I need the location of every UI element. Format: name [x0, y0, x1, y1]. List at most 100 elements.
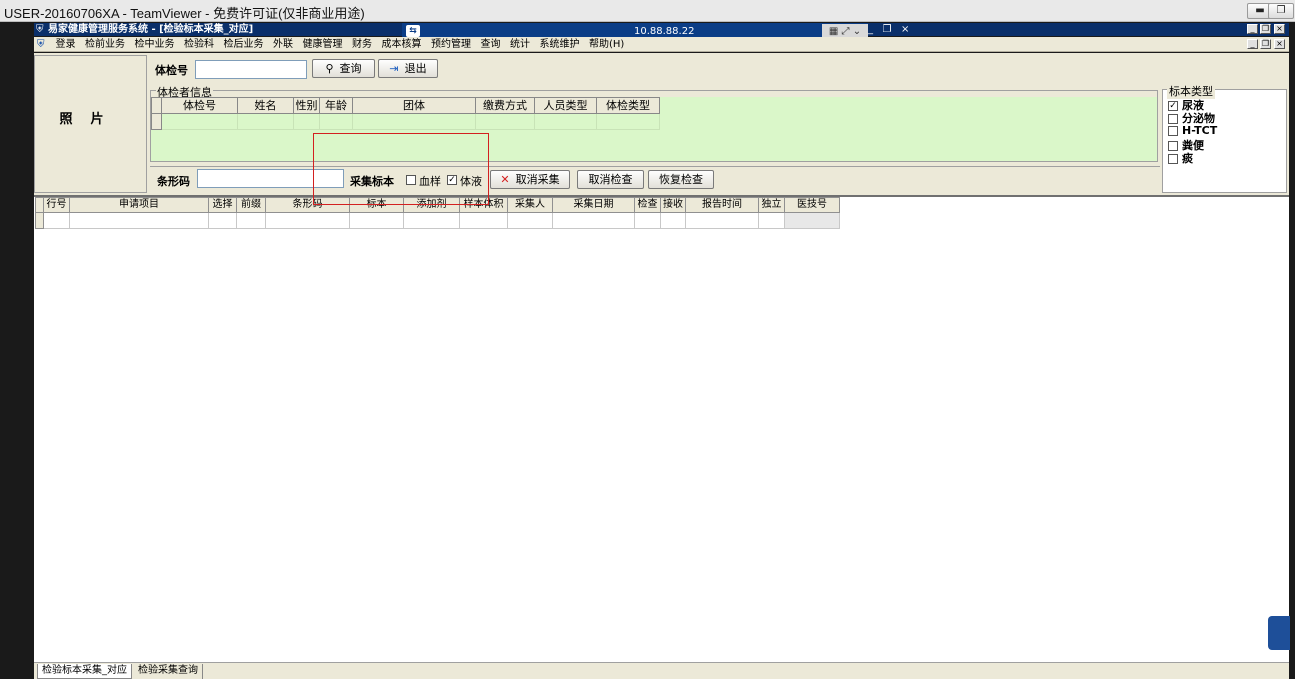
menu-item[interactable]: 统计	[507, 37, 533, 52]
lower-header-specimen: 标本	[350, 197, 404, 213]
app-menu-shield-icon[interactable]: ⛨	[37, 39, 48, 50]
table-cell[interactable]	[350, 213, 404, 229]
table-cell[interactable]	[508, 213, 553, 229]
menu-item[interactable]: 查询	[478, 37, 504, 52]
lower-header-receive: 接收	[661, 197, 686, 213]
menu-item[interactable]: 帮助(H)	[586, 37, 627, 52]
query-button-label: 查询	[339, 62, 362, 75]
specimen-item[interactable]: H-TCT	[1168, 124, 1217, 137]
lower-header-barcode: 条形码	[266, 197, 350, 213]
body-fluid-checkbox[interactable]: ✓	[447, 175, 457, 185]
lower-header-independent: 独立	[759, 197, 785, 213]
grid-cell[interactable]	[535, 114, 597, 130]
blood-sample-checkbox[interactable]	[406, 175, 416, 185]
lower-grid-indicator-header	[35, 197, 44, 213]
table-cell[interactable]	[553, 213, 635, 229]
menu-item[interactable]: 检验科	[181, 37, 217, 52]
table-cell[interactable]	[661, 213, 686, 229]
specimen-checkbox[interactable]	[1168, 114, 1178, 124]
menubar: ⛨ 登录 检前业务 检中业务 检验科 检后业务 外联 健康管理 财务 成本核算 …	[34, 37, 1289, 52]
specimen-checkbox[interactable]	[1168, 126, 1178, 136]
lower-header-report-time: 报告时间	[686, 197, 759, 213]
cancel-check-button[interactable]: 取消检查	[577, 170, 644, 189]
grid-cell[interactable]	[320, 114, 353, 130]
menu-item[interactable]: 系统维护	[537, 37, 583, 52]
exit-button[interactable]: ⇥ 退出	[378, 59, 438, 78]
grid-header-payment: 缴费方式	[476, 97, 535, 114]
exam-number-input[interactable]	[195, 60, 307, 79]
lower-header-select: 选择	[209, 197, 237, 213]
table-cell[interactable]	[785, 213, 840, 229]
remote-desktop-margin-right	[1289, 22, 1295, 679]
grid-cell[interactable]	[353, 114, 476, 130]
grid-cell[interactable]	[476, 114, 535, 130]
exit-icon: ⇥	[389, 62, 399, 75]
menu-item[interactable]: 财务	[349, 37, 375, 52]
tab-specimen-collection[interactable]: 检验标本采集_对应	[37, 664, 132, 679]
table-cell[interactable]	[759, 213, 785, 229]
table-cell[interactable]	[209, 213, 237, 229]
app-title: 易家健康管理服务系统 - [检验标本采集_对应]	[48, 24, 254, 35]
teamviewer-titlebar: USER-20160706XA - TeamViewer - 免费许可证(仅非商…	[0, 0, 1295, 22]
tab-collection-query[interactable]: 检验采集查询	[134, 664, 203, 679]
lower-header-additive: 添加剂	[404, 197, 460, 213]
lower-header-request-item: 申请项目	[70, 197, 209, 213]
grid-cell[interactable]	[597, 114, 660, 130]
blood-sample-label: 血样	[419, 175, 441, 188]
grid-row-indicator-header	[151, 97, 162, 114]
teamviewer-logo-icon[interactable]: ⇆	[406, 25, 420, 37]
grid-cell[interactable]	[294, 114, 320, 130]
menu-item[interactable]: 外联	[270, 37, 296, 52]
lower-header-sample-volume: 样本体积	[460, 197, 508, 213]
teamviewer-panel-controls[interactable]: _ ❐ ×	[868, 24, 909, 35]
restore-icon: ❐	[1276, 5, 1286, 16]
grid-header-age: 年龄	[320, 97, 353, 114]
grid-row-indicator[interactable]	[151, 114, 162, 130]
grid-cell[interactable]	[238, 114, 294, 130]
lower-header-row-number: 行号	[44, 197, 70, 213]
teamviewer-restore-button[interactable]: ❐	[1268, 3, 1294, 19]
body-fluid-label: 体液	[460, 175, 482, 188]
table-cell[interactable]	[237, 213, 266, 229]
restore-check-button[interactable]: 恢复检查	[648, 170, 714, 189]
table-cell[interactable]	[686, 213, 759, 229]
menu-item[interactable]: 登录	[53, 37, 79, 52]
menu-item[interactable]: 检前业务	[82, 37, 128, 52]
menu-item[interactable]: 成本核算	[379, 37, 425, 52]
teamviewer-side-handle[interactable]	[1268, 616, 1290, 650]
table-cell[interactable]	[266, 213, 350, 229]
mdi-minimize-button[interactable]: _	[1247, 39, 1258, 49]
collect-specimen-label: 采集标本	[350, 175, 394, 188]
menu-item[interactable]: 健康管理	[300, 37, 346, 52]
app-close-button[interactable]: ×	[1274, 24, 1285, 34]
specimen-checkbox[interactable]	[1168, 154, 1178, 164]
barcode-input[interactable]	[197, 169, 344, 188]
table-cell[interactable]	[70, 213, 209, 229]
table-cell[interactable]	[635, 213, 661, 229]
cancel-collect-label: 取消采集	[515, 173, 560, 186]
lower-grid-row-indicator[interactable]	[35, 213, 44, 229]
grid-header-group: 团体	[353, 97, 476, 114]
mdi-restore-button[interactable]: ❐	[1260, 39, 1271, 49]
barcode-label: 条形码	[157, 175, 190, 188]
table-cell[interactable]	[460, 213, 508, 229]
grid-cell[interactable]	[162, 114, 238, 130]
app-restore-button[interactable]: ❐	[1260, 24, 1271, 34]
mdi-close-button[interactable]: ×	[1274, 39, 1285, 49]
menu-item[interactable]: 检后业务	[221, 37, 267, 52]
lower-header-collect-date: 采集日期	[553, 197, 635, 213]
teamviewer-title: USER-20160706XA - TeamViewer - 免费许可证(仅非商…	[4, 6, 365, 21]
menu-item[interactable]: 检中业务	[132, 37, 178, 52]
x-icon: ✕	[500, 173, 510, 186]
query-button[interactable]: ⚲ 查询	[312, 59, 375, 78]
cancel-collect-button[interactable]: ✕ 取消采集	[490, 170, 570, 189]
menu-item[interactable]: 预约管理	[428, 37, 474, 52]
table-cell[interactable]	[44, 213, 70, 229]
lower-header-tech-number: 医技号	[785, 197, 840, 213]
remote-ip: 10.88.88.22	[634, 26, 695, 37]
table-cell[interactable]	[404, 213, 460, 229]
specimen-item[interactable]: 痰	[1168, 150, 1193, 166]
specimen-collection-grid	[34, 195, 1289, 662]
app-minimize-button[interactable]: _	[1247, 24, 1258, 34]
specimen-item-label: H-TCT	[1182, 124, 1218, 137]
